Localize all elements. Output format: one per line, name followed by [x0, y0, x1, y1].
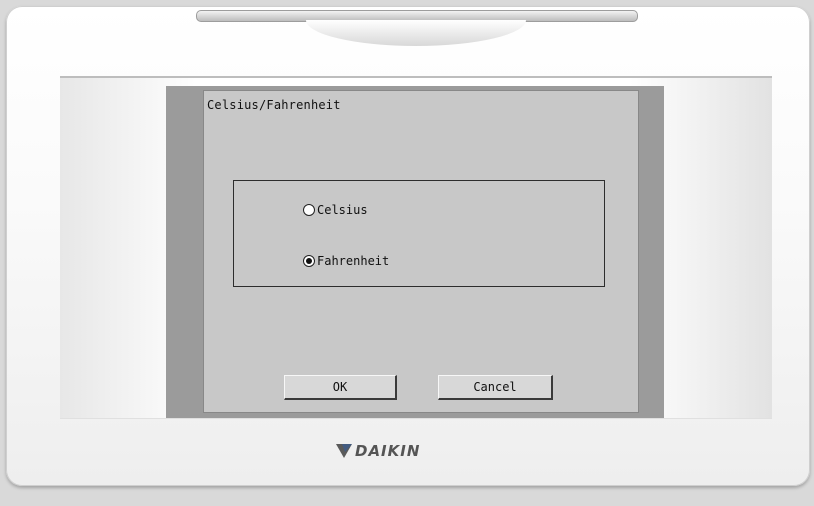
- brand-name: DAIKIN: [355, 442, 421, 460]
- page-title: Celsius/Fahrenheit: [207, 98, 341, 112]
- celsius-radio-button[interactable]: [303, 204, 315, 216]
- touch-screen: Celsius/Fahrenheit Celsius Fahrenheit OK…: [203, 90, 639, 413]
- daikin-triangle-icon: [336, 444, 352, 458]
- fahrenheit-label: Fahrenheit: [317, 254, 390, 268]
- unit-option-group: Celsius Fahrenheit: [233, 180, 605, 287]
- ok-button[interactable]: OK: [284, 375, 397, 400]
- brand-logo: DAIKIN: [336, 440, 420, 462]
- top-notch: [306, 20, 526, 46]
- celsius-label: Celsius: [317, 203, 368, 217]
- fahrenheit-radio-option[interactable]: Fahrenheit: [303, 254, 389, 268]
- cancel-button[interactable]: Cancel: [438, 375, 553, 400]
- fahrenheit-radio-button[interactable]: [303, 255, 315, 267]
- celsius-radio-option[interactable]: Celsius: [303, 203, 368, 217]
